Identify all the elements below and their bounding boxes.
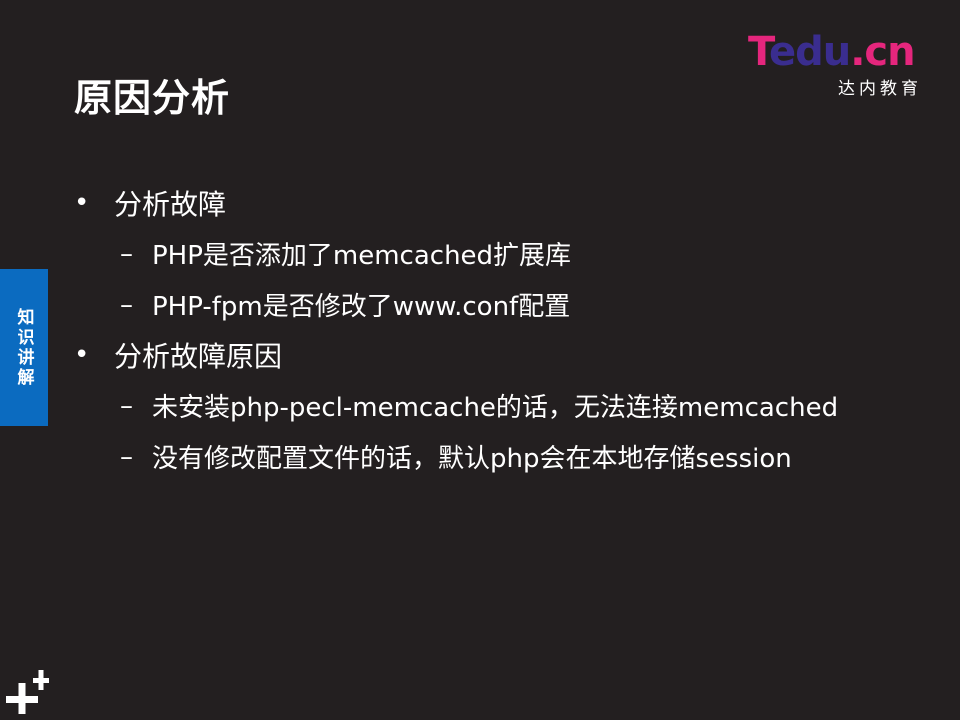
- bullet-text: 分析故障: [114, 188, 227, 221]
- plus-plus-icon: [6, 670, 49, 714]
- bullet-text: 分析故障原因: [114, 340, 283, 373]
- sub-bullet-dash: –: [120, 289, 133, 320]
- bullet-content: • 分析故障 – PHP是否添加了memcached扩展库 – PHP-fpm是…: [70, 178, 940, 482]
- sub-bullet-item: – PHP-fpm是否修改了www.conf配置: [70, 279, 940, 330]
- bullet-item: • 分析故障: [70, 178, 940, 228]
- sub-bullet-item: – 没有修改配置文件的话，默认php会在本地存储session: [70, 431, 940, 482]
- side-tab-label: 知识讲解: [13, 307, 34, 388]
- sub-bullet-text: 未安装php-pecl-memcache的话，无法连接memcached: [152, 393, 839, 423]
- sub-bullet-item: – PHP是否添加了memcached扩展库: [70, 228, 940, 279]
- sub-bullet-text: 没有修改配置文件的话，默认php会在本地存储session: [152, 444, 792, 474]
- logo-wordmark: Tedu.cn: [748, 28, 916, 76]
- sub-bullet-dash: –: [120, 390, 133, 421]
- side-tab: 知识讲解: [0, 269, 48, 426]
- bullet-item: • 分析故障原因: [70, 330, 940, 380]
- logo-letters-edu: edu: [768, 29, 851, 75]
- sub-bullet-dash: –: [120, 238, 133, 269]
- sub-bullet-dash: –: [120, 441, 133, 472]
- logo-domain: .cn: [850, 29, 915, 75]
- sub-bullet-item: – 未安装php-pecl-memcache的话，无法连接memcached: [70, 380, 940, 431]
- logo-subtitle: 达内教育: [838, 79, 922, 99]
- bullet-dot: •: [74, 340, 90, 370]
- slide: 原因分析 Tedu.cn 达内教育 知识讲解 • 分析故障 – PHP是否添加了…: [0, 0, 960, 720]
- page-title: 原因分析: [74, 76, 231, 120]
- logo-letter-t: T: [748, 29, 770, 75]
- bullet-dot: •: [74, 188, 90, 218]
- sub-bullet-text: PHP-fpm是否修改了www.conf配置: [152, 292, 571, 322]
- sub-bullet-text: PHP是否添加了memcached扩展库: [152, 241, 572, 271]
- tedu-logo: Tedu.cn 达内教育: [748, 28, 928, 100]
